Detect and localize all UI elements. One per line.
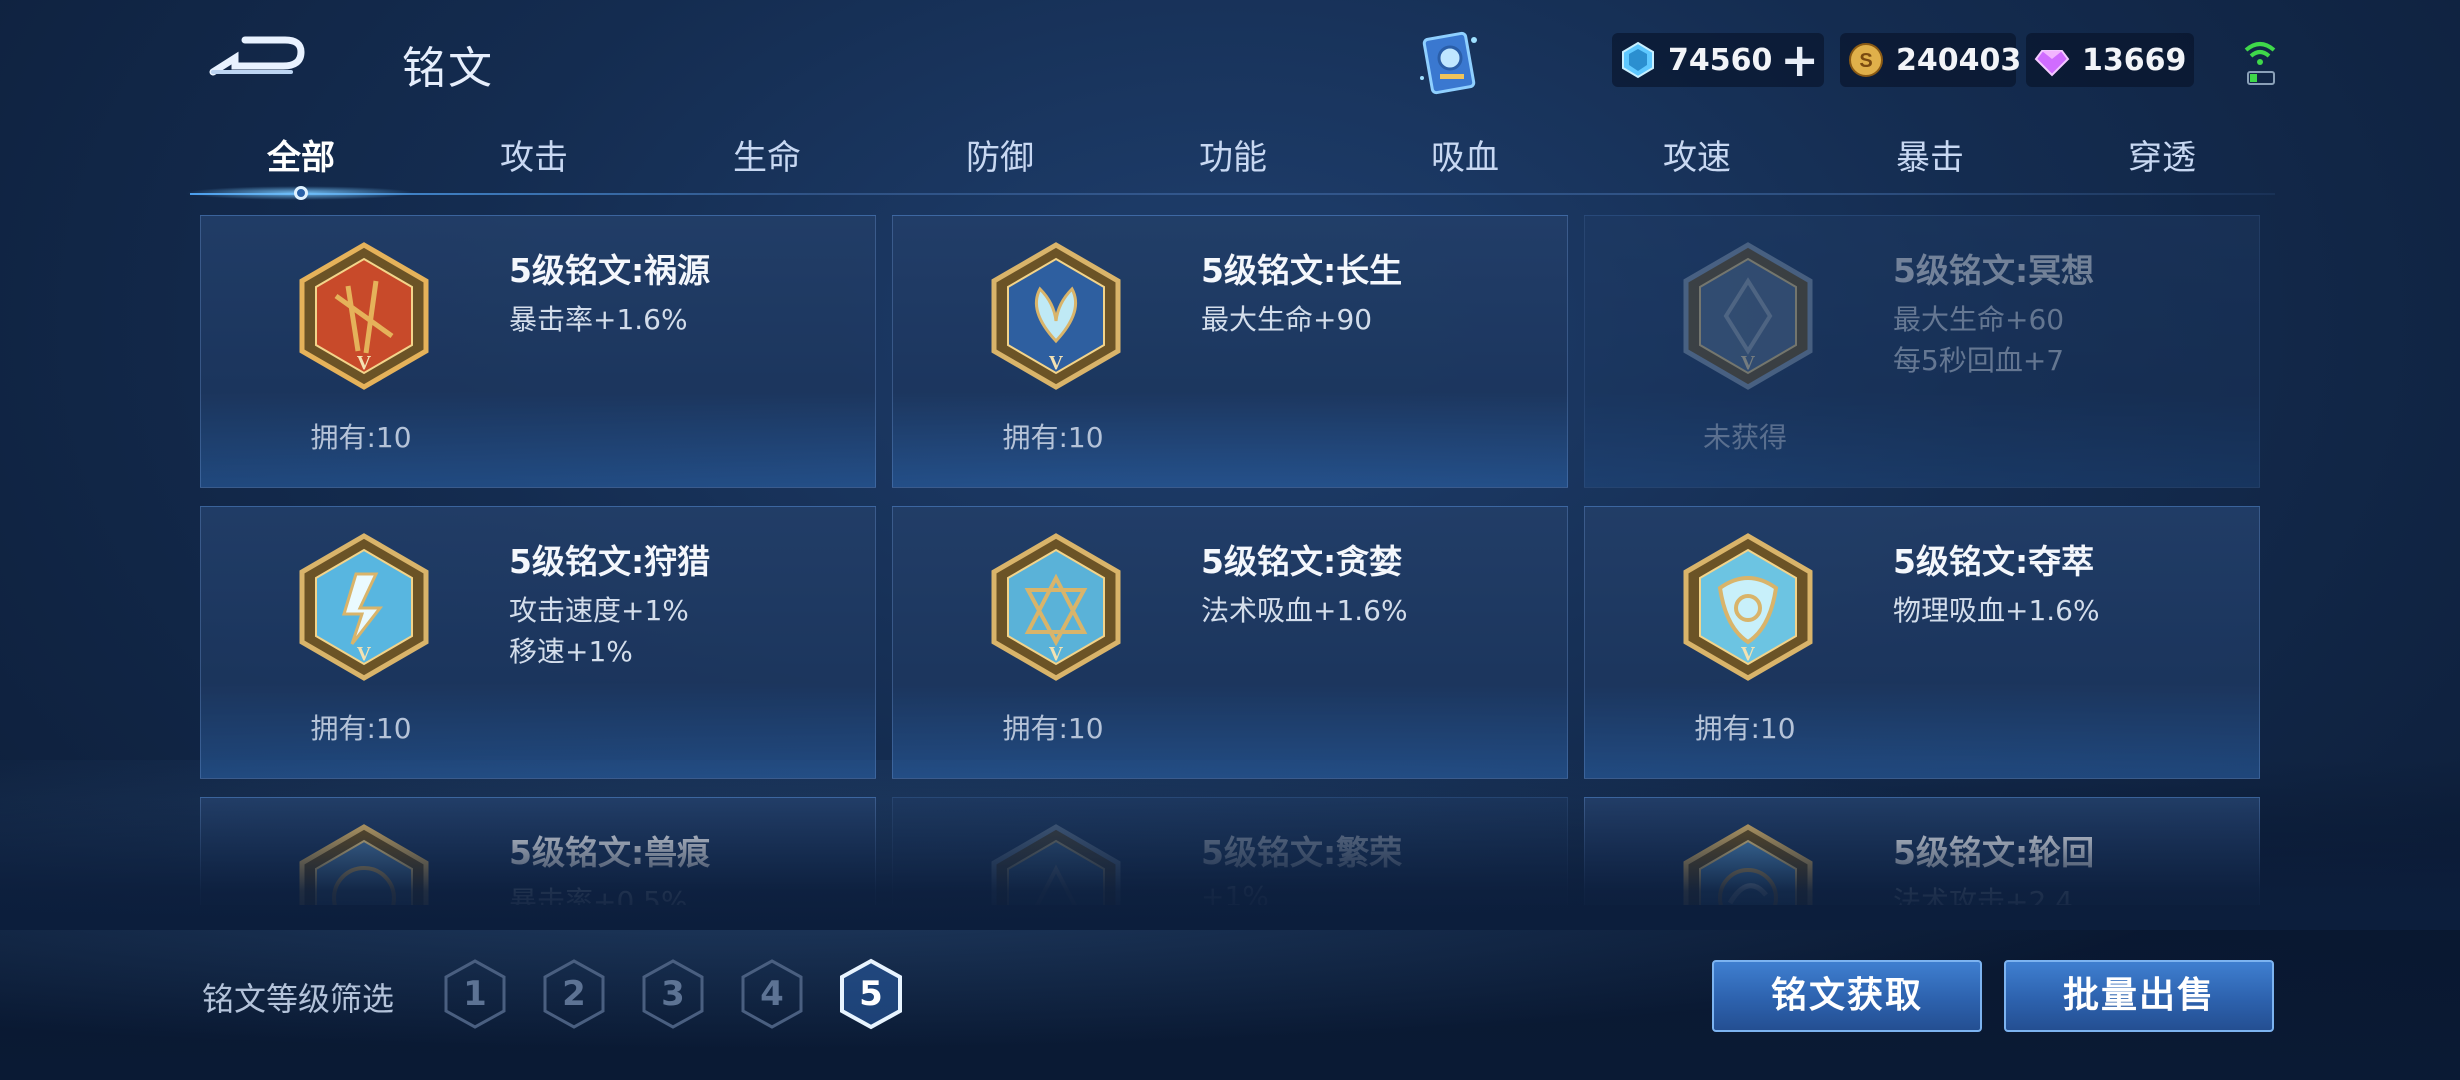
tab-divider <box>190 193 2275 195</box>
tab-4[interactable]: 功能 <box>1153 130 1313 179</box>
level-filter-label: 铭文等级筛选 <box>202 980 395 1018</box>
rune-stat: 每5秒回血+7 <box>1893 344 2065 377</box>
level-filter-2[interactable]: 2 <box>541 958 607 1030</box>
rune-grid: V 5级铭文:祸源暴击率+1.6% 拥有:10 V 5级铭文:长生最大生命+90 拥有:1… <box>200 215 2260 905</box>
gold-coin-icon: S <box>1849 43 1883 77</box>
level-filter-1[interactable]: 1 <box>442 958 508 1030</box>
rune-stat: 最大生命+60 <box>1893 303 2065 336</box>
svg-text:V: V <box>357 352 372 374</box>
svg-text:V: V <box>1049 352 1064 374</box>
svg-text:V: V <box>1741 352 1756 374</box>
level-number: 1 <box>463 974 487 1014</box>
rune-stat: 法术攻击+2.4 <box>1893 885 2073 905</box>
resource-value: 240403 <box>1896 42 2022 78</box>
rune-card[interactable]: V 5级铭文:繁荣 +1% <box>892 797 1568 905</box>
rune-name: 5级铭文:祸源 <box>509 251 711 290</box>
active-tab-indicator <box>294 186 308 200</box>
rune-emblem-icon: V <box>299 242 429 390</box>
rune-stat: 暴击率+0.5% <box>509 885 688 905</box>
level-filter-3[interactable]: 3 <box>640 958 706 1030</box>
rune-emblem-icon: V <box>991 824 1121 905</box>
resource-gold-coin: S 240403 <box>1840 33 2021 87</box>
rune-owned-count: 拥有:10 <box>1694 712 1796 745</box>
back-arrow-icon[interactable] <box>205 28 315 88</box>
svg-text:V: V <box>357 643 372 665</box>
tab-3[interactable]: 防御 <box>920 130 1080 179</box>
rune-emblem-icon: V <box>1683 824 1813 905</box>
rune-name: 5级铭文:兽痕 <box>509 833 711 872</box>
rune-name: 5级铭文:繁荣 <box>1201 833 1403 872</box>
rune-emblem-icon: V <box>1683 533 1813 681</box>
rune-owned-count: 拥有:10 <box>1002 421 1104 454</box>
rune-name: 5级铭文:贪婪 <box>1201 542 1403 581</box>
rune-stat: 法术吸血+1.6% <box>1201 594 1408 627</box>
svg-text:S: S <box>1859 50 1872 72</box>
rune-owned-count: 拥有:10 <box>310 421 412 454</box>
get-rune-button[interactable]: 铭文获取 <box>1712 960 1982 1032</box>
level-number: 4 <box>760 974 784 1014</box>
rune-owned-count: 未获得 <box>1702 421 1787 454</box>
diamond-icon <box>1622 41 1654 79</box>
rune-owned-count: 拥有:10 <box>310 712 412 745</box>
wifi-icon <box>2244 42 2276 85</box>
rune-emblem-icon: V <box>299 824 429 905</box>
tab-5[interactable]: 吸血 <box>1385 130 1545 179</box>
resource-gem: 13669 <box>2026 33 2194 87</box>
tab-7[interactable]: 暴击 <box>1850 130 2010 179</box>
rune-card[interactable]: V 5级铭文:狩猎攻击速度+1% 移速+1% 拥有:10 <box>200 506 876 779</box>
level-filter-4[interactable]: 4 <box>739 958 805 1030</box>
rune-card[interactable]: V 5级铭文:贪婪法术吸血+1.6% 拥有:10 <box>892 506 1568 779</box>
rune-card[interactable]: V 5级铭文:长生最大生命+90 拥有:10 <box>892 215 1568 488</box>
rune-card[interactable]: V 5级铭文:夺萃物理吸血+1.6% 拥有:10 <box>1584 506 2260 779</box>
level-number: 3 <box>661 974 685 1014</box>
rune-emblem-icon: V <box>1683 242 1813 390</box>
rune-name: 5级铭文:夺萃 <box>1893 542 2095 581</box>
svg-text:V: V <box>1741 643 1756 665</box>
rune-card[interactable]: V 5级铭文:冥想最大生命+60 每5秒回血+7 未获得 <box>1584 215 2260 488</box>
level-number: 2 <box>562 974 586 1014</box>
rune-card[interactable]: V 5级铭文:祸源暴击率+1.6% 拥有:10 <box>200 215 876 488</box>
rune-name: 5级铭文:长生 <box>1201 251 1403 290</box>
rune-stat: 最大生命+90 <box>1201 303 1373 336</box>
rune-name: 5级铭文:冥想 <box>1893 251 2095 290</box>
rune-screen: 铭文 74560 + S 240403 13669 全部 攻击 生命 防御 功能 吸血 攻速 暴击 穿透… <box>0 0 2460 1080</box>
gem-icon <box>2034 50 2070 77</box>
tab-6[interactable]: 攻速 <box>1617 130 1777 179</box>
resource-value: 13669 <box>2082 42 2187 78</box>
category-tabs: 全部 攻击 生命 防御 功能 吸血 攻速 暴击 穿透 <box>190 130 2275 196</box>
tab-1[interactable]: 攻击 <box>454 130 614 179</box>
rune-owned-count: 拥有:10 <box>1002 712 1104 745</box>
tab-0[interactable]: 全部 <box>221 130 381 179</box>
rune-book-icon[interactable] <box>1412 28 1490 100</box>
rune-stat: 物理吸血+1.6% <box>1893 594 2100 627</box>
page-title: 铭文 <box>402 43 494 94</box>
rune-emblem-icon: V <box>299 533 429 681</box>
tab-8[interactable]: 穿透 <box>2082 130 2242 179</box>
add-currency-button[interactable]: + <box>1780 37 1819 83</box>
rune-stat: 移速+1% <box>509 635 633 668</box>
tab-2[interactable]: 生命 <box>687 130 847 179</box>
rune-stat: 暴击率+1.6% <box>509 303 688 336</box>
rune-card[interactable]: V 5级铭文:兽痕暴击率+0.5% <box>200 797 876 905</box>
svg-text:V: V <box>1049 643 1064 665</box>
batch-sell-button[interactable]: 批量出售 <box>2004 960 2274 1032</box>
rune-name: 5级铭文:轮回 <box>1893 833 2095 872</box>
rune-emblem-icon: V <box>991 242 1121 390</box>
level-filter-5[interactable]: 5 <box>838 958 904 1030</box>
rune-emblem-icon: V <box>991 533 1121 681</box>
level-number: 5 <box>859 974 883 1014</box>
resource-diamond: 74560 + <box>1612 33 1824 87</box>
rune-card[interactable]: V 5级铭文:轮回法术攻击+2.4 <box>1584 797 2260 905</box>
rune-stat: 攻击速度+1% <box>509 594 689 627</box>
rune-name: 5级铭文:狩猎 <box>509 542 711 581</box>
resource-value: 74560 <box>1668 42 1773 78</box>
rune-stat: +1% <box>1201 880 1269 905</box>
